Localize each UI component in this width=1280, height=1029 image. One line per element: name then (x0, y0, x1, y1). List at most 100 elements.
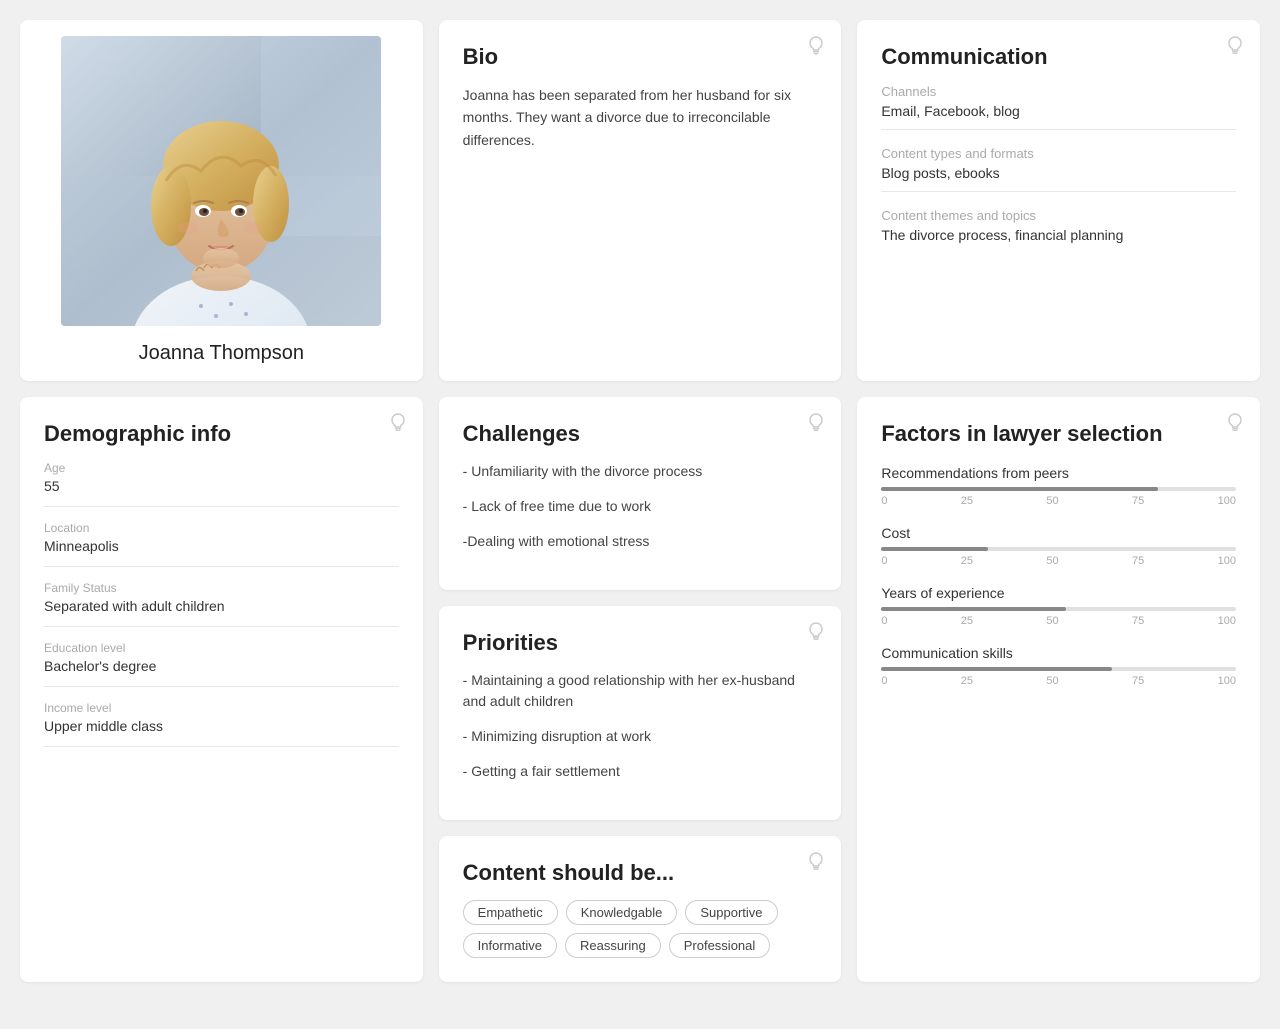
bar-fill (881, 667, 1112, 671)
lightbulb-icon-demo (389, 413, 407, 440)
bar-labels: 0 25 50 75 100 (881, 495, 1236, 507)
priority-item: - Maintaining a good relationship with h… (463, 670, 818, 712)
demo-field: Family Status Separated with adult child… (44, 581, 399, 627)
bar-labels: 0 25 50 75 100 (881, 675, 1236, 687)
bar-label: 75 (1132, 615, 1144, 627)
factors-title: Factors in lawyer selection (881, 421, 1236, 447)
profile-name: Joanna Thompson (139, 342, 304, 365)
priorities-title: Priorities (463, 630, 818, 656)
bar-label: 0 (881, 495, 887, 507)
priorities-card: Priorities - Maintaining a good relation… (439, 606, 842, 820)
factor-item: Cost 0255075100 (881, 525, 1236, 567)
profile-card: Joanna Thompson (20, 20, 423, 381)
factors-items: Recommendations from peers 0 25 50 75 100 Co… (881, 465, 1236, 687)
demo-field-value: Bachelor's degree (44, 658, 399, 687)
factor-item: Communication skills 0 25 50 75 100 (881, 645, 1236, 687)
bar-label: 50 (1046, 675, 1058, 687)
bar-track (881, 607, 1236, 611)
bar-label: 0 (881, 615, 887, 627)
factor-label: Years of experience (881, 585, 1236, 601)
content-tags-container: Empathetic Knowledgable Supportive Informat… (463, 900, 818, 958)
channels-value: Email, Facebook, blog (881, 103, 1236, 130)
bar-label: 75 (1132, 495, 1144, 507)
demo-field: Age 55 (44, 461, 399, 507)
demo-field: Education level Bachelor's degree (44, 641, 399, 687)
bar-label: 100 (1218, 615, 1236, 627)
bar-label: 25 (961, 495, 973, 507)
content-should-be-title: Content should be... (463, 860, 818, 886)
content-types-value: Blog posts, ebooks (881, 165, 1236, 192)
content-tag: Empathetic (463, 900, 558, 925)
content-types-section: Content types and formats Blog posts, eb… (881, 146, 1236, 192)
demo-field-label: Location (44, 521, 399, 535)
demo-field-label: Family Status (44, 581, 399, 595)
bar-label: 100 (1218, 555, 1236, 567)
bar-fill (881, 547, 987, 551)
priority-item: - Getting a fair settlement (463, 761, 818, 782)
lightbulb-icon-chal (807, 413, 825, 440)
bio-title: Bio (463, 44, 818, 70)
bar-label: 0 (881, 555, 887, 567)
bar-label: 100 (1218, 495, 1236, 507)
content-types-label: Content types and formats (881, 146, 1236, 161)
content-themes-value: The divorce process, financial planning (881, 227, 1236, 253)
priorities-items: - Maintaining a good relationship with h… (463, 670, 818, 782)
lightbulb-icon-fac (1226, 413, 1244, 440)
bar-track (881, 667, 1236, 671)
factor-label: Communication skills (881, 645, 1236, 661)
bar-label: 50 (1046, 555, 1058, 567)
demo-field-label: Age (44, 461, 399, 475)
communication-title: Communication (881, 44, 1236, 70)
content-themes-label: Content themes and topics (881, 208, 1236, 223)
content-themes-section: Content themes and topics The divorce pr… (881, 208, 1236, 253)
challenge-item: - Lack of free time due to work (463, 496, 818, 517)
challenge-item: -Dealing with emotional stress (463, 531, 818, 552)
challenges-title: Challenges (463, 421, 818, 447)
demo-field-value: 55 (44, 478, 399, 507)
bar-label: 50 (1046, 495, 1058, 507)
content-tag: Reassuring (565, 933, 661, 958)
factor-item: Years of experience 0 25 50 75 100 (881, 585, 1236, 627)
bar-fill (881, 607, 1065, 611)
channels-section: Channels Email, Facebook, blog (881, 84, 1236, 130)
demo-field-label: Education level (44, 641, 399, 655)
demographic-card: Demographic info Age 55 Location Minneap… (20, 397, 423, 982)
bar-label: 0 (881, 675, 887, 687)
content-tag: Informative (463, 933, 557, 958)
factors-card: Factors in lawyer selection Recommendati… (857, 397, 1260, 982)
bar-track (881, 547, 1236, 551)
content-tag: Professional (669, 933, 771, 958)
bio-text: Joanna has been separated from her husba… (463, 84, 818, 151)
bar-label: 25 (961, 615, 973, 627)
lightbulb-icon-csb (807, 852, 825, 879)
bar-fill (881, 487, 1158, 491)
bar-track (881, 487, 1236, 491)
lightbulb-icon-comm (1226, 36, 1244, 63)
bar-label: 50 (1046, 615, 1058, 627)
bar-labels: 0 25 50 75 100 (881, 555, 1236, 567)
bar-label: 25 (961, 555, 973, 567)
demo-field: Income level Upper middle class (44, 701, 399, 747)
bar-label: 75 (1132, 675, 1144, 687)
middle-column: Challenges - Unfamiliarity with the divo… (439, 397, 842, 982)
factor-label: Recommendations from peers (881, 465, 1236, 481)
channels-label: Channels (881, 84, 1236, 99)
challenges-card: Challenges - Unfamiliarity with the divo… (439, 397, 842, 590)
bar-label: 75 (1132, 555, 1144, 567)
bar-label: 25 (961, 675, 973, 687)
demo-field-label: Income level (44, 701, 399, 715)
demographic-title: Demographic info (44, 421, 399, 447)
bio-card: Bio Joanna has been separated from her h… (439, 20, 842, 381)
demo-field: Location Minneapolis (44, 521, 399, 567)
main-grid: Joanna Thompson Bio Joanna has been sepa… (20, 20, 1260, 982)
lightbulb-icon (807, 36, 825, 63)
factor-item: Recommendations from peers 0 25 50 75 100 (881, 465, 1236, 507)
content-tag: Supportive (685, 900, 777, 925)
bar-label: 100 (1218, 675, 1236, 687)
content-tag: Knowledgable (566, 900, 678, 925)
bar-labels: 0 25 50 75 100 (881, 615, 1236, 627)
profile-image (61, 36, 381, 326)
content-should-be-card: Content should be... Empathetic Knowledga… (439, 836, 842, 982)
demographic-fields: Age 55 Location Minneapolis Family Statu… (44, 461, 399, 747)
challenges-items: - Unfamiliarity with the divorce process… (463, 461, 818, 552)
